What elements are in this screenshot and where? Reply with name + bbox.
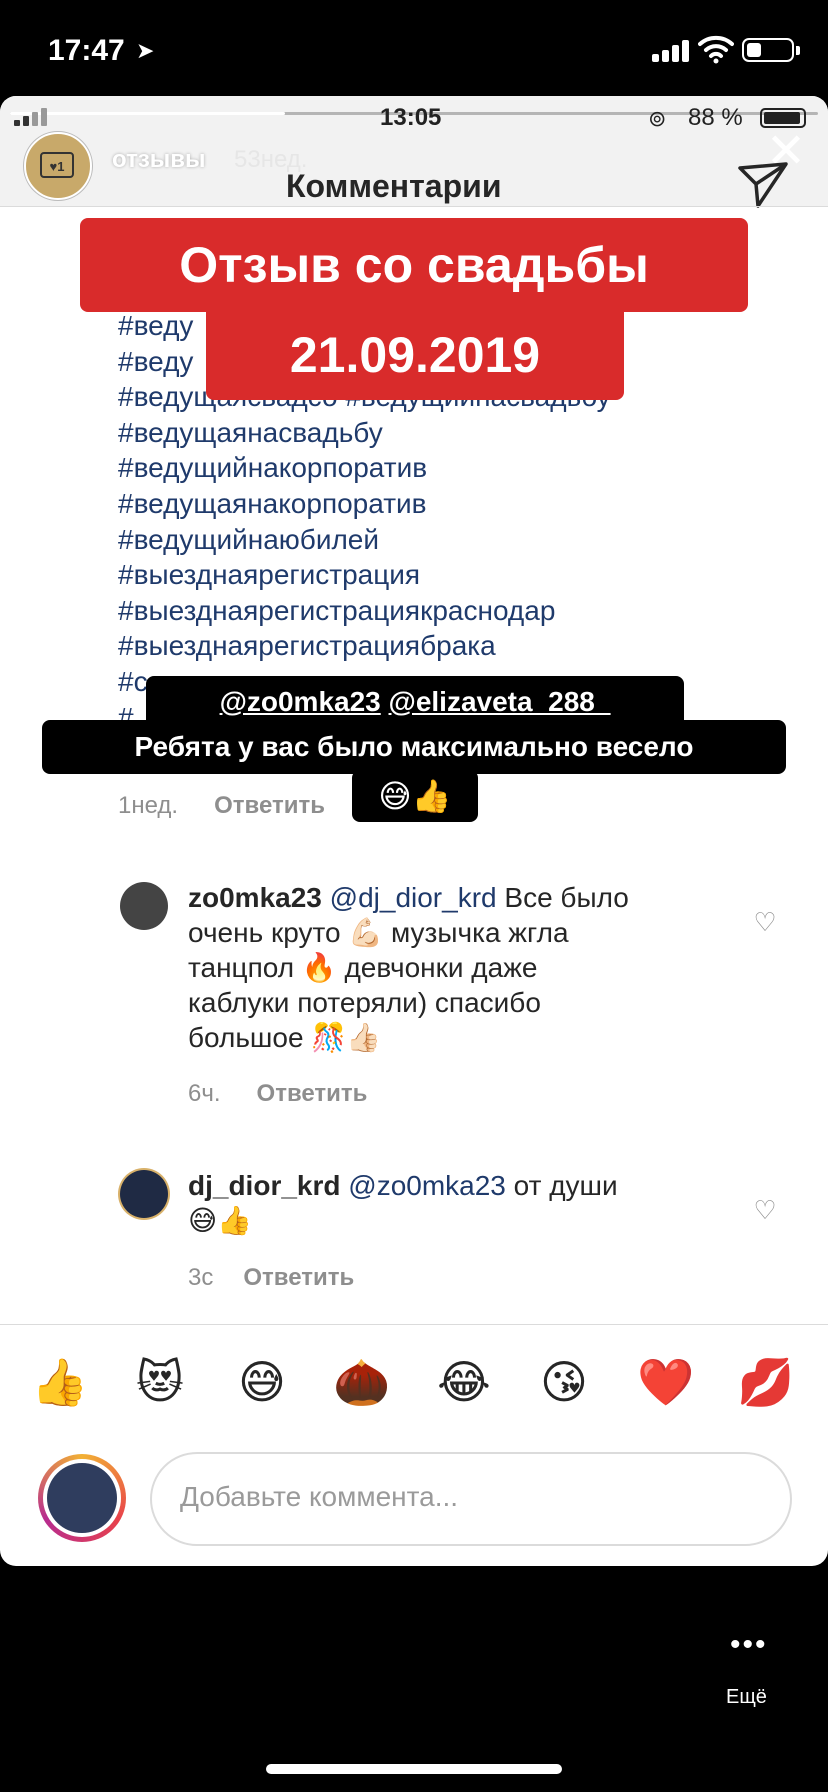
comment-meta: 6ч. Ответить [188,1080,367,1108]
battery-icon [742,38,794,62]
emoji-chestnut-button[interactable]: 🌰 [332,1352,392,1412]
hashtag-line[interactable]: #ведущаянакорпоратив [118,486,738,522]
comment-text: танцпол 🔥 девчонки даже [188,952,538,983]
more-options-icon[interactable]: ••• [730,1628,768,1662]
like-heart-icon[interactable]: ♡ [750,1196,780,1224]
date-banner: 21.09.2019 [206,312,624,400]
comment-text: Все было [496,882,629,913]
comment-text: большое 🎊👍🏻 [188,1022,382,1053]
comment-text: 😅👍 [188,1205,253,1236]
comment-time: 3с [188,1264,214,1291]
reply-button[interactable]: Ответить [214,792,325,819]
send-icon[interactable] [736,158,790,212]
os-clock: 17:47 [48,34,125,67]
like-heart-icon[interactable]: ♡ [750,908,780,936]
comment-input-box[interactable] [150,1452,792,1546]
hashtag-line[interactable]: #выезднаярегистрациябрака [118,628,738,664]
story-progress-fill [10,112,285,115]
comment-input[interactable] [178,1480,762,1514]
hashtag-line[interactable]: #ведущийнакорпоратив [118,450,738,486]
emoji-heart-eyes-cat-button[interactable]: 😻 [130,1352,190,1412]
comment-username[interactable]: zo0mka23 [188,882,322,913]
comment-text: каблуки потеряли) спасибо [188,987,541,1018]
avatar[interactable] [120,1170,168,1218]
story-avatar[interactable]: ♥1 [24,132,92,200]
battery-tip [796,46,800,55]
hashtag-line[interactable]: #ведущийнаюбилей [118,522,738,558]
inner-signal-icon [14,108,48,126]
emoji-lips-button[interactable]: 💋 [736,1352,796,1412]
mention-link[interactable]: @zo0mka23 [220,686,381,717]
comment-text: от души [505,1170,618,1201]
emoji-red-heart-button[interactable]: ❤️ [636,1352,696,1412]
comment-meta: 3с Ответить [188,1264,354,1292]
comment-text: очень круто 💪🏻 музычка жгла [188,917,569,948]
comment-time: 1нед. [118,792,179,819]
inner-clock: 13:05 [380,104,442,131]
comment-mention[interactable]: @zo0mka23 [348,1170,506,1201]
page-title: Комментарии [286,168,502,204]
comment-body: dj_dior_krd @zo0mka23 от души 😅👍 [188,1168,708,1238]
hashtag-line[interactable]: #выезднаярегистрациякраснодар [118,593,738,629]
quick-emoji-bar: 👍 😻 😅 🌰 😂 😘 ❤️ 💋 [0,1352,828,1422]
avatar[interactable] [120,882,168,930]
mention-link[interactable]: @elizaveta_288_ [389,686,611,717]
location-arrow-icon: ➤ [136,38,155,63]
rotation-lock-icon: ⊚ [648,106,667,131]
story-username[interactable]: отзывы [112,146,206,174]
cellular-signal-icon [652,40,692,62]
header-divider [0,206,828,207]
story-card[interactable]: 13:05 ⊚ 88 % ♥1 отзывы 53нед. ✕ Коммента… [0,96,828,1566]
reply-button[interactable]: Ответить [257,1080,368,1107]
comment-username[interactable]: dj_dior_krd [188,1170,340,1201]
comment-meta: 1нед. Ответить [118,792,325,820]
wifi-icon [698,35,734,64]
home-indicator[interactable] [266,1764,562,1774]
comment-time: 6ч. [188,1080,221,1107]
my-avatar [38,1454,126,1542]
sticker-text: Ребята у вас было максимально весело [42,720,786,774]
more-label[interactable]: Ещё [726,1686,767,1709]
reply-button[interactable]: Ответить [243,1264,354,1291]
inner-battery-percent: 88 % [688,104,743,131]
composer-divider [0,1324,828,1325]
hashtag-line[interactable]: #выезднаярегистрация [118,557,738,593]
emoji-joy-button[interactable]: 😂 [434,1352,494,1412]
highlight-heart-icon: ♥1 [40,152,74,178]
comment-body: zo0mka23 @dj_dior_krd Все было очень кру… [188,880,708,1055]
title-banner: Отзыв со свадьбы [80,218,748,312]
emoji-thumbs-up-button[interactable]: 👍 [30,1352,90,1412]
hashtag-line[interactable]: #ведущаянасвадьбу [118,415,738,451]
comment-mention[interactable]: @dj_dior_krd [330,882,497,913]
sticker-emojis: 😅👍 [352,770,478,822]
emoji-kiss-button[interactable]: 😘 [534,1352,594,1412]
emoji-sweat-smile-button[interactable]: 😅 [232,1352,292,1412]
